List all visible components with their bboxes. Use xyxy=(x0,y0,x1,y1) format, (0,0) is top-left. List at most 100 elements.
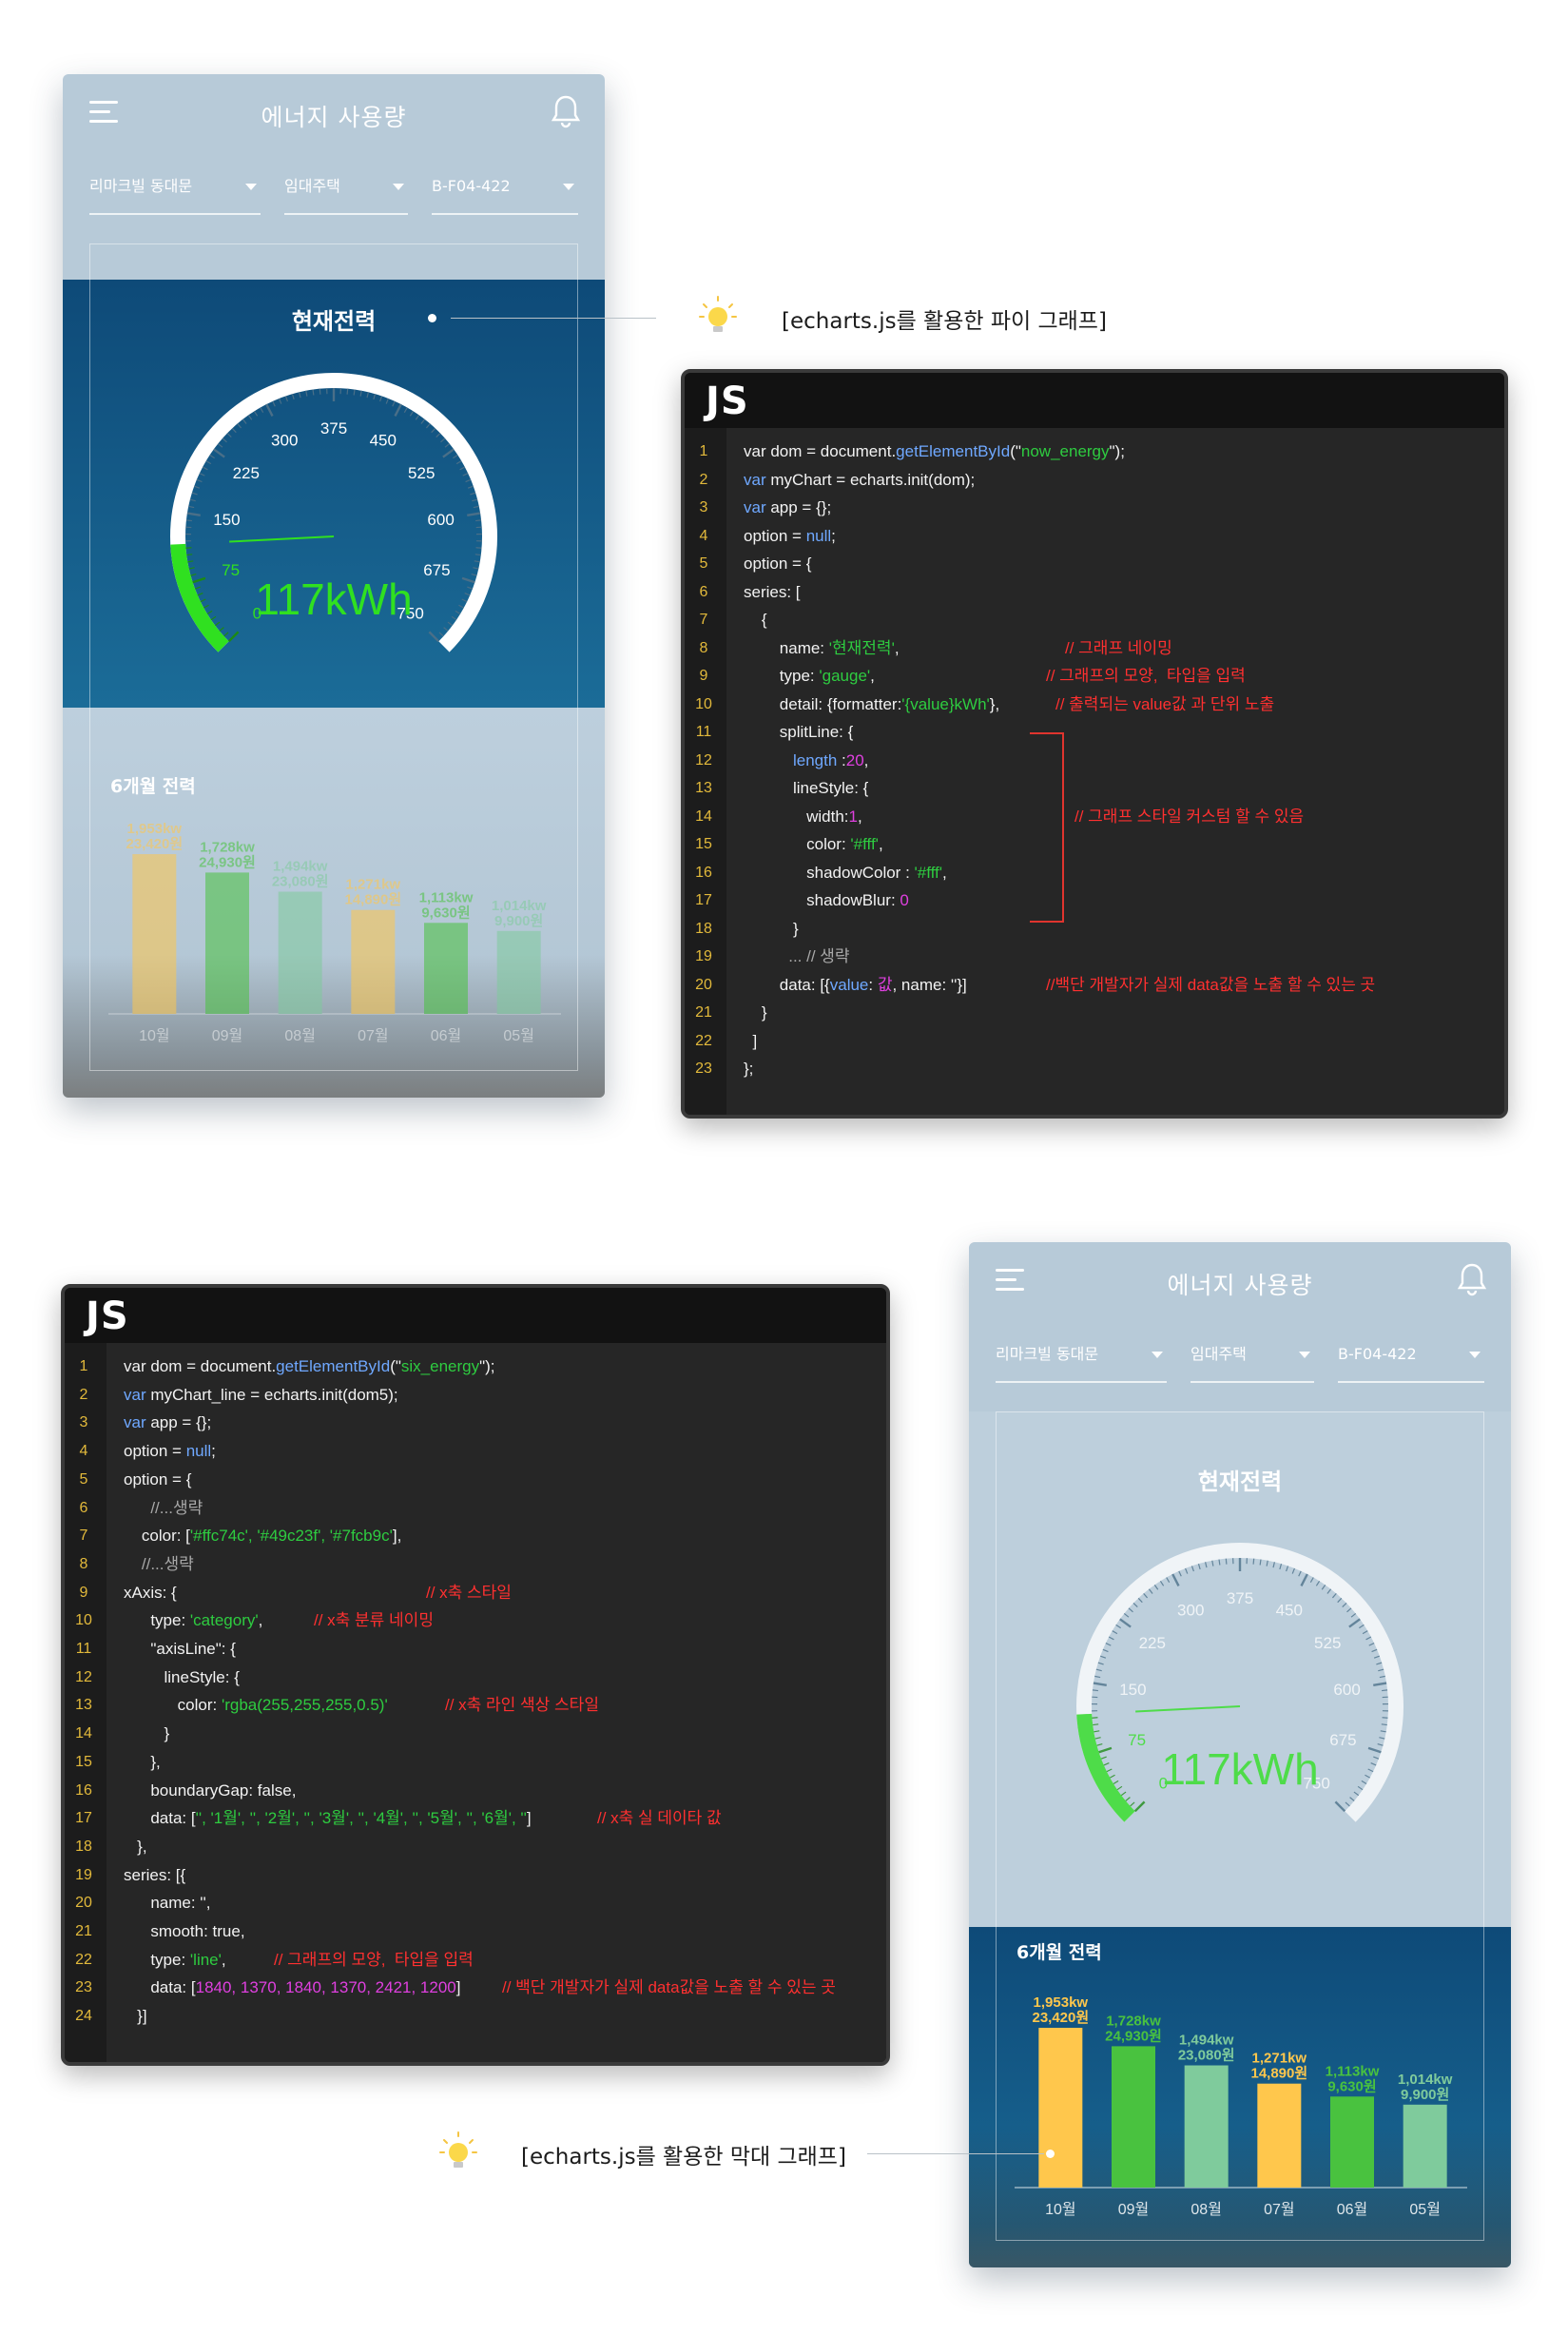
code-token: var xyxy=(744,498,766,516)
house-type-select[interactable]: 임대주택 xyxy=(1191,1335,1314,1383)
line-number: 12 xyxy=(75,1668,92,1685)
code-text: lineStyle: { xyxy=(124,1664,240,1692)
pointer-line xyxy=(451,318,656,319)
code-token: 1840, 1370, 1840, 1370, 2421, 1200 xyxy=(195,1978,456,1997)
line-number: 14 xyxy=(695,808,712,825)
line-number: 19 xyxy=(695,948,712,964)
code-text: name: '', xyxy=(124,1889,211,1917)
code-token: var xyxy=(124,1385,146,1404)
code-token: series: [ xyxy=(744,582,801,601)
line-number: 7 xyxy=(699,612,708,628)
code-token: "axisLine": { xyxy=(124,1640,236,1658)
code-token: //...생략 xyxy=(124,1554,194,1573)
code-text: var app = {}; xyxy=(124,1409,211,1437)
code-token: , xyxy=(863,750,869,769)
line-number: 10 xyxy=(695,695,712,712)
unit-select[interactable]: B-F04-422 xyxy=(1338,1335,1484,1383)
comment-text: // 그래프의 모양, 타입을 입력 xyxy=(1046,667,1246,685)
line-number: 4 xyxy=(79,1443,88,1460)
code-window-gauge: JS 1 var dom = document.getElementById("n… xyxy=(681,369,1508,1119)
line-number: 19 xyxy=(75,1866,92,1883)
code-text: data: [{value: 값, name: ''}] xyxy=(744,971,967,1000)
caret-down-icon xyxy=(563,184,574,190)
line-number: 2 xyxy=(79,1386,88,1403)
line-number: 3 xyxy=(79,1414,88,1431)
bar-annotation: [echarts.js를 활용한 막대 그래프] xyxy=(521,2145,846,2170)
unit-select[interactable]: B-F04-422 xyxy=(432,167,578,215)
comment-text: // x축 분류 네이밍 xyxy=(314,1611,434,1630)
line-number: 23 xyxy=(75,1979,92,1996)
line-number: 4 xyxy=(699,527,708,544)
code-token: 1 xyxy=(848,807,859,826)
code-line: 6 //...생략 xyxy=(65,1494,886,1523)
comment-bracket xyxy=(1030,732,1064,923)
code-line: 12 lineStyle: { xyxy=(65,1664,886,1692)
house-type-select[interactable]: 임대주택 xyxy=(284,167,408,215)
code-token: name: '', xyxy=(124,1894,211,1913)
pointer-dot xyxy=(428,314,436,322)
code-token: , xyxy=(221,1950,226,1969)
bell-icon[interactable] xyxy=(550,93,582,129)
comment-text: // 백단 개발자가 실제 data값을 노출 할 수 있는 곳 xyxy=(502,1978,836,1997)
code-line: 12 length :20, xyxy=(685,747,1504,775)
code-line: 23}; xyxy=(685,1055,1504,1083)
code-token: ; xyxy=(211,1442,216,1461)
code-line: 14 } xyxy=(65,1720,886,1748)
line-number: 22 xyxy=(75,1951,92,1968)
code-token: ; xyxy=(831,526,836,545)
code-token: splitLine: { xyxy=(744,723,854,741)
code-token: 'category' xyxy=(189,1611,259,1630)
code-window-bar: JS 1 var dom = document.getElementById("s… xyxy=(61,1284,890,2066)
bell-icon[interactable] xyxy=(1456,1261,1488,1297)
code-token: } xyxy=(124,1724,170,1743)
code-line: 24 }] xyxy=(65,2002,886,2031)
code-token: data: [ xyxy=(124,1978,196,1997)
code-token: (" xyxy=(1010,442,1021,460)
code-text: color: '#fff', xyxy=(744,830,883,859)
code-token: color: [ xyxy=(124,1527,190,1546)
code-token: 값 xyxy=(877,975,893,994)
complex-select[interactable]: 리마크빌 동대문 xyxy=(996,1335,1167,1383)
code-token: ] xyxy=(526,1809,532,1828)
code-body: 1 var dom = document.getElementById("six_… xyxy=(65,1343,886,2062)
code-token: xAxis: { xyxy=(124,1583,177,1602)
line-number: 16 xyxy=(75,1781,92,1799)
line-number: 22 xyxy=(695,1032,712,1049)
code-token: , xyxy=(942,863,947,882)
pie-annotation: [echarts.js를 활용한 파이 그래프] xyxy=(782,309,1107,334)
line-number: 3 xyxy=(699,499,708,516)
complex-select[interactable]: 리마크빌 동대문 xyxy=(89,167,261,215)
code-body: 1 var dom = document.getElementById("now_… xyxy=(685,428,1504,1115)
code-comment: // 출력되는 value값 과 단위 노출 xyxy=(1055,691,1274,719)
code-line: 1 var dom = document.getElementById("six_… xyxy=(65,1352,886,1381)
code-text: var app = {}; xyxy=(744,494,831,522)
code-text: }, xyxy=(124,1833,146,1861)
code-token: boundaryGap: false, xyxy=(124,1780,297,1800)
code-token: }; xyxy=(744,1060,754,1078)
app-header: 에너지 사용량 xyxy=(63,74,605,156)
code-text: ] xyxy=(744,1027,757,1056)
code-text: option = { xyxy=(124,1466,191,1494)
phone-mockup-bar: 에너지 사용량 리마크빌 동대문 임대주택 B-F04-422 현재전력 0 75… xyxy=(969,1242,1511,2267)
code-line: 10 type: 'category', xyxy=(65,1606,886,1635)
house-type-select-value: 임대주택 xyxy=(1191,1345,1247,1363)
code-line: 21 smooth: true, xyxy=(65,1917,886,1946)
line-number: 17 xyxy=(75,1810,92,1827)
code-token: 'rgba(255,255,255,0.5)' xyxy=(221,1696,388,1715)
code-text: option = { xyxy=(744,550,811,578)
line-number: 20 xyxy=(695,976,712,993)
unit-select-value: B-F04-422 xyxy=(1338,1345,1417,1363)
code-comment: // 그래프의 모양, 타입을 입력 xyxy=(274,1946,474,1975)
caret-down-icon xyxy=(1299,1352,1310,1358)
code-line: 1 var dom = document.getElementById("now_… xyxy=(685,438,1504,466)
code-token: null xyxy=(805,526,832,545)
code-token: 0 xyxy=(900,891,909,909)
code-comment: // 그래프 네이밍 xyxy=(1065,634,1172,663)
house-type-select-value: 임대주택 xyxy=(284,177,340,195)
code-token: , xyxy=(858,807,862,826)
code-token: data: [{ xyxy=(744,975,830,994)
line-number: 5 xyxy=(79,1470,88,1488)
code-text: color: ['#ffc74c', '#49c23f', '#7fcb9c']… xyxy=(124,1522,401,1550)
line-number: 1 xyxy=(79,1358,88,1374)
code-token: null xyxy=(185,1442,212,1461)
